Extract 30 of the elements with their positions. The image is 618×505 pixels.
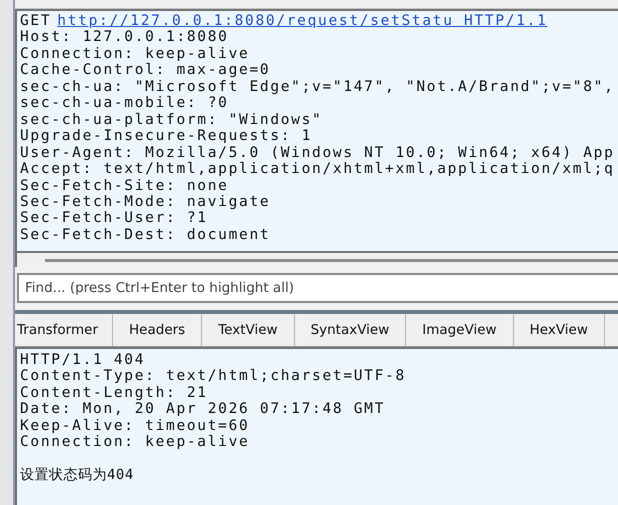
header-line: Cache-Control: max-age=0 [20, 62, 270, 79]
find-field[interactable]: Find... (press Ctrl+Enter to highlight all) [17, 273, 618, 303]
header-line: HTTP/1.1 404 [20, 352, 146, 368]
view-tab[interactable]: ImageView [406, 314, 514, 346]
horizontal-scrollbar[interactable] [15, 253, 618, 267]
header-line: Sec-Fetch-User: ?1 [20, 210, 208, 227]
request-url-link[interactable]: http://127.0.0.1:8080/request/setStatu HTTP/1.1 [57, 13, 548, 29]
header-line: sec-ch-ua-platform: "Windows" [20, 112, 322, 128]
view-tab[interactable]: TextView [202, 314, 295, 346]
view-tab[interactable]: SyntaxView [294, 314, 406, 346]
header-line: Upgrade-Insecure-Requests: 1 [20, 128, 312, 145]
header-line: Content-Type: text/html;charset=UTF-8 [20, 368, 406, 385]
header-line: Connection: keep-alive [20, 46, 250, 62]
header-line: Sec-Fetch-Dest: document [20, 226, 270, 244]
view-tab[interactable]: Transformer [15, 314, 114, 346]
header-line: Keep-Alive: timeout=60 [20, 418, 250, 434]
header-line: sec-ch-ua-mobile: ?0 [20, 95, 229, 112]
request-method: GET [20, 13, 52, 29]
header-line: Content-Length: 21 [20, 384, 208, 402]
header-line: Date: Mon, 20 Apr 2026 07:17:48 GMT [20, 401, 386, 418]
header-line: sec-ch-ua: "Microsoft Edge";v="147", "Not.A/Brand";v="8", [20, 78, 614, 96]
header-line: Sec-Fetch-Mode: navigate [20, 194, 270, 210]
header-line: User-Agent: Mozilla/5.0 (Windows NT 10.0; Win64; x64) App [20, 144, 614, 162]
header-line: Accept: text/html,application/xhtml+xml,application/xml;q [20, 161, 614, 178]
header-line: Sec-Fetch-Site: none [20, 178, 229, 194]
header-line: Connection: keep-alive [20, 434, 250, 451]
header-line: Host: 127.0.0.1:8080 [20, 29, 229, 46]
view-tab[interactable]: HexView [514, 314, 605, 346]
response-body: 设置状态码为404 [20, 466, 134, 484]
view-tab[interactable]: Headers [113, 314, 202, 346]
